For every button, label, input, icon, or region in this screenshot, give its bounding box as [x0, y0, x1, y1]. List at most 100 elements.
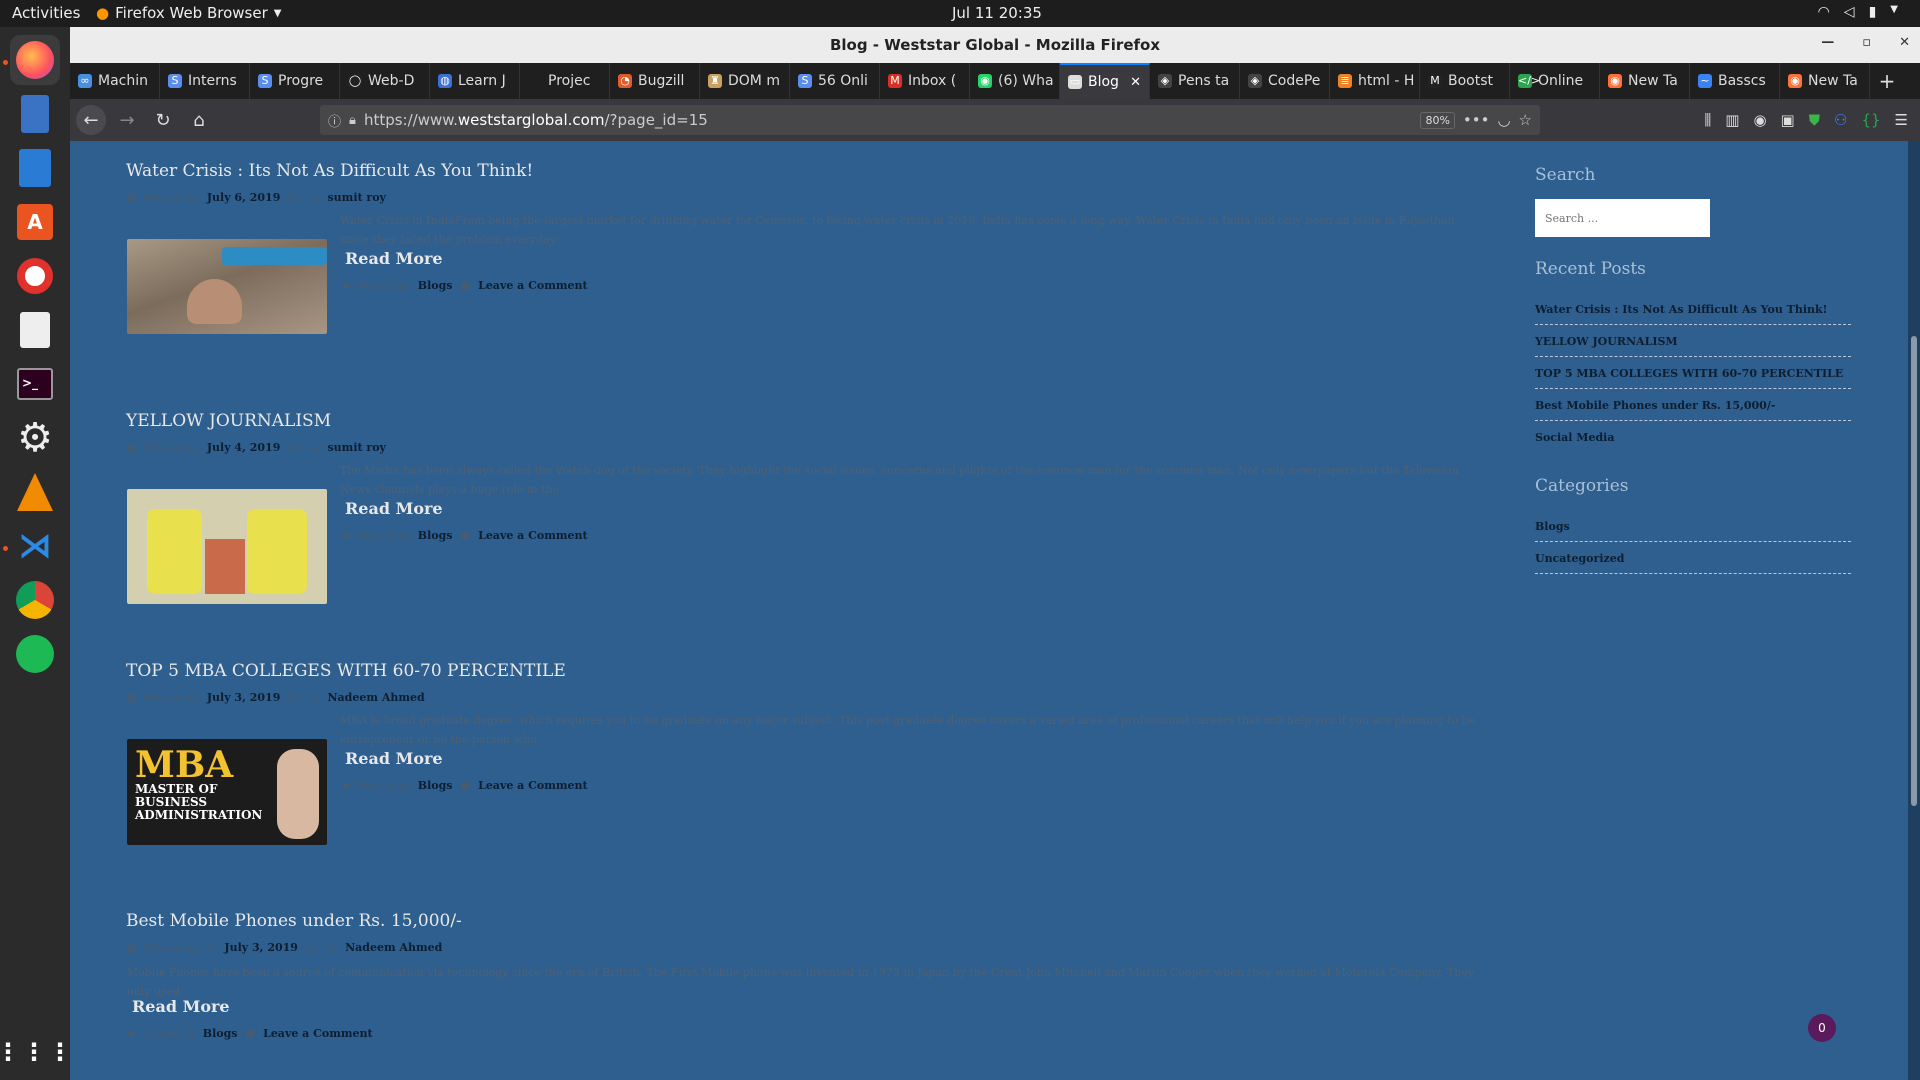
url-text[interactable]: https://www.weststarglobal.com/?page_id=… — [364, 111, 1413, 129]
browser-tab[interactable]: ♜ DOM m — [700, 63, 790, 99]
recent-post-link[interactable]: YELLOW JOURNALISM — [1535, 325, 1851, 357]
new-tab-button[interactable]: + — [1870, 63, 1904, 99]
recent-post-link[interactable]: Social Media — [1535, 421, 1851, 452]
viewer-dock-icon[interactable] — [10, 305, 60, 355]
writer-dock-icon[interactable] — [10, 143, 60, 193]
account-icon[interactable]: ◉ — [1753, 111, 1766, 129]
shield-icon[interactable]: ⛊ — [1809, 111, 1820, 129]
info-icon[interactable]: ⓘ — [328, 111, 341, 130]
post-thumbnail-cartoon[interactable] — [127, 489, 327, 604]
scrollbar-thumb[interactable] — [1911, 336, 1917, 806]
browser-tab[interactable]: ◈ Pens ta — [1150, 63, 1240, 99]
browser-tab[interactable]: ◉ New Ta — [1780, 63, 1870, 99]
browser-tab[interactable]: ◉ (6) Wha — [970, 63, 1060, 99]
window-titlebar[interactable]: Blog - Weststar Global - Mozilla Firefox… — [70, 27, 1920, 63]
post-date[interactable]: July 4, 2019 — [207, 441, 281, 454]
back-button[interactable]: ← — [76, 105, 106, 135]
vlc-dock-icon[interactable] — [10, 467, 60, 517]
bookmark-star-icon[interactable]: ☆ — [1519, 111, 1532, 129]
read-more-link[interactable]: Read More — [345, 749, 443, 768]
category-link[interactable]: Blogs — [418, 779, 453, 792]
vscode-dock-icon[interactable]: ⋊ — [10, 521, 60, 571]
firefox-dock-icon[interactable] — [10, 35, 60, 85]
category-link[interactable]: Blogs — [418, 529, 453, 542]
app-menu[interactable]: ● Firefox Web Browser ▼ — [96, 4, 281, 22]
category-link[interactable]: Blogs — [418, 279, 453, 292]
files-dock-icon[interactable] — [10, 89, 60, 139]
lock-icon[interactable]: 🔒︎ — [349, 113, 356, 128]
leave-comment-link[interactable]: Leave a Comment — [263, 1027, 372, 1040]
pocket-icon[interactable]: ◡ — [1497, 111, 1510, 129]
browser-tab[interactable]: M Bootst — [1420, 63, 1510, 99]
menu-hamburger-icon[interactable]: ☰ — [1895, 111, 1908, 129]
post-date[interactable]: July 6, 2019 — [207, 191, 281, 204]
maximize-icon[interactable]: ▫ — [1862, 35, 1871, 50]
url-bar[interactable]: ⓘ 🔒︎ https://www.weststarglobal.com/?pag… — [320, 105, 1540, 135]
browser-tab[interactable]: ◈ CodePe — [1240, 63, 1330, 99]
zoom-indicator[interactable]: 80% — [1420, 111, 1455, 129]
page-actions-icon[interactable]: ••• — [1463, 111, 1490, 129]
post-title[interactable]: Water Crisis : Its Not As Difficult As Y… — [126, 161, 1486, 181]
system-tray[interactable]: ◠ ◁ ▮ ▼ — [1818, 4, 1898, 20]
read-more-link[interactable]: Read More — [345, 249, 443, 268]
help-dock-icon[interactable] — [10, 251, 60, 301]
browser-tab[interactable]: S Progre — [250, 63, 340, 99]
close-icon[interactable]: ✕ — [1899, 35, 1910, 50]
post-title[interactable]: Best Mobile Phones under Rs. 15,000/- — [126, 911, 1486, 931]
post-title[interactable]: YELLOW JOURNALISM — [126, 411, 1486, 431]
leave-comment-link[interactable]: Leave a Comment — [478, 779, 587, 792]
chat-widget-button[interactable]: 0 — [1808, 1014, 1836, 1042]
library-icon[interactable]: ⫼ — [1704, 111, 1711, 129]
software-center-dock-icon[interactable]: A — [10, 197, 60, 247]
read-more-link[interactable]: Read More — [132, 997, 230, 1016]
read-more-link[interactable]: Read More — [345, 499, 443, 518]
post-thumbnail-water[interactable] — [127, 239, 327, 334]
recent-post-link[interactable]: Water Crisis : Its Not As Difficult As Y… — [1535, 293, 1851, 325]
browser-tab[interactable]: ◍ Learn J — [430, 63, 520, 99]
browser-tab[interactable]: </> Online — [1510, 63, 1600, 99]
browser-tab[interactable]: ◯ Web-D — [340, 63, 430, 99]
category-item[interactable]: Blogs — [1535, 510, 1851, 542]
extension-icon[interactable]: ▣ — [1781, 111, 1795, 129]
post-author[interactable]: Nadeem Ahmed — [345, 941, 442, 954]
post-author[interactable]: sumit roy — [327, 191, 385, 204]
post-thumbnail-mba[interactable]: MBA MASTER OF BUSINESS ADMINISTRATION — [127, 739, 327, 845]
tab-close-icon[interactable]: ✕ — [1130, 75, 1141, 90]
post-date[interactable]: July 3, 2019 — [207, 691, 281, 704]
page-scrollbar[interactable] — [1908, 141, 1920, 1080]
extension-badge-icon[interactable]: ⚇ — [1834, 111, 1847, 129]
extension-green-icon[interactable]: {} — [1861, 111, 1880, 129]
settings-dock-icon[interactable]: ⚙ — [10, 413, 60, 463]
recent-post-link[interactable]: TOP 5 MBA COLLEGES WITH 60-70 PERCENTILE — [1535, 357, 1851, 389]
browser-tab[interactable]: Projec — [520, 63, 610, 99]
forward-button[interactable]: → — [112, 105, 142, 135]
browser-tab[interactable]: ∞ Machin — [70, 63, 160, 99]
home-button[interactable]: ⌂ — [184, 105, 214, 135]
app-grid-icon[interactable]: ⋮⋮⋮ — [0, 1027, 72, 1077]
clock[interactable]: Jul 11 20:35 — [952, 4, 1042, 22]
browser-tab[interactable]: S Interns — [160, 63, 250, 99]
post-author[interactable]: Nadeem Ahmed — [327, 691, 424, 704]
browser-tab[interactable]: ◉ New Ta — [1600, 63, 1690, 99]
post-title[interactable]: TOP 5 MBA COLLEGES WITH 60-70 PERCENTILE — [126, 661, 1486, 681]
activities-button[interactable]: Activities — [12, 4, 80, 22]
browser-tab[interactable]: S 56 Onli — [790, 63, 880, 99]
recent-post-link[interactable]: Best Mobile Phones under Rs. 15,000/- — [1535, 389, 1851, 421]
chrome-dock-icon[interactable] — [10, 575, 60, 625]
sidebar-icon[interactable]: ▥ — [1725, 111, 1739, 129]
terminal-dock-icon[interactable]: >_ — [10, 359, 60, 409]
post-date[interactable]: July 3, 2019 — [224, 941, 298, 954]
browser-tab[interactable]: M Inbox ( — [880, 63, 970, 99]
browser-tab[interactable]: ▭ Blog ✕ — [1060, 63, 1150, 99]
leave-comment-link[interactable]: Leave a Comment — [478, 529, 587, 542]
browser-tab[interactable]: ≣ html - H — [1330, 63, 1420, 99]
category-item[interactable]: Uncategorized — [1535, 542, 1851, 574]
post-author[interactable]: sumit roy — [327, 441, 385, 454]
spotify-dock-icon[interactable] — [10, 629, 60, 679]
minimize-icon[interactable]: — — [1821, 35, 1834, 50]
browser-tab[interactable]: ◔ Bugzill — [610, 63, 700, 99]
browser-tab[interactable]: ~ Basscs — [1690, 63, 1780, 99]
category-link[interactable]: Blogs — [203, 1027, 238, 1040]
leave-comment-link[interactable]: Leave a Comment — [478, 279, 587, 292]
reload-button[interactable]: ↻ — [148, 105, 178, 135]
